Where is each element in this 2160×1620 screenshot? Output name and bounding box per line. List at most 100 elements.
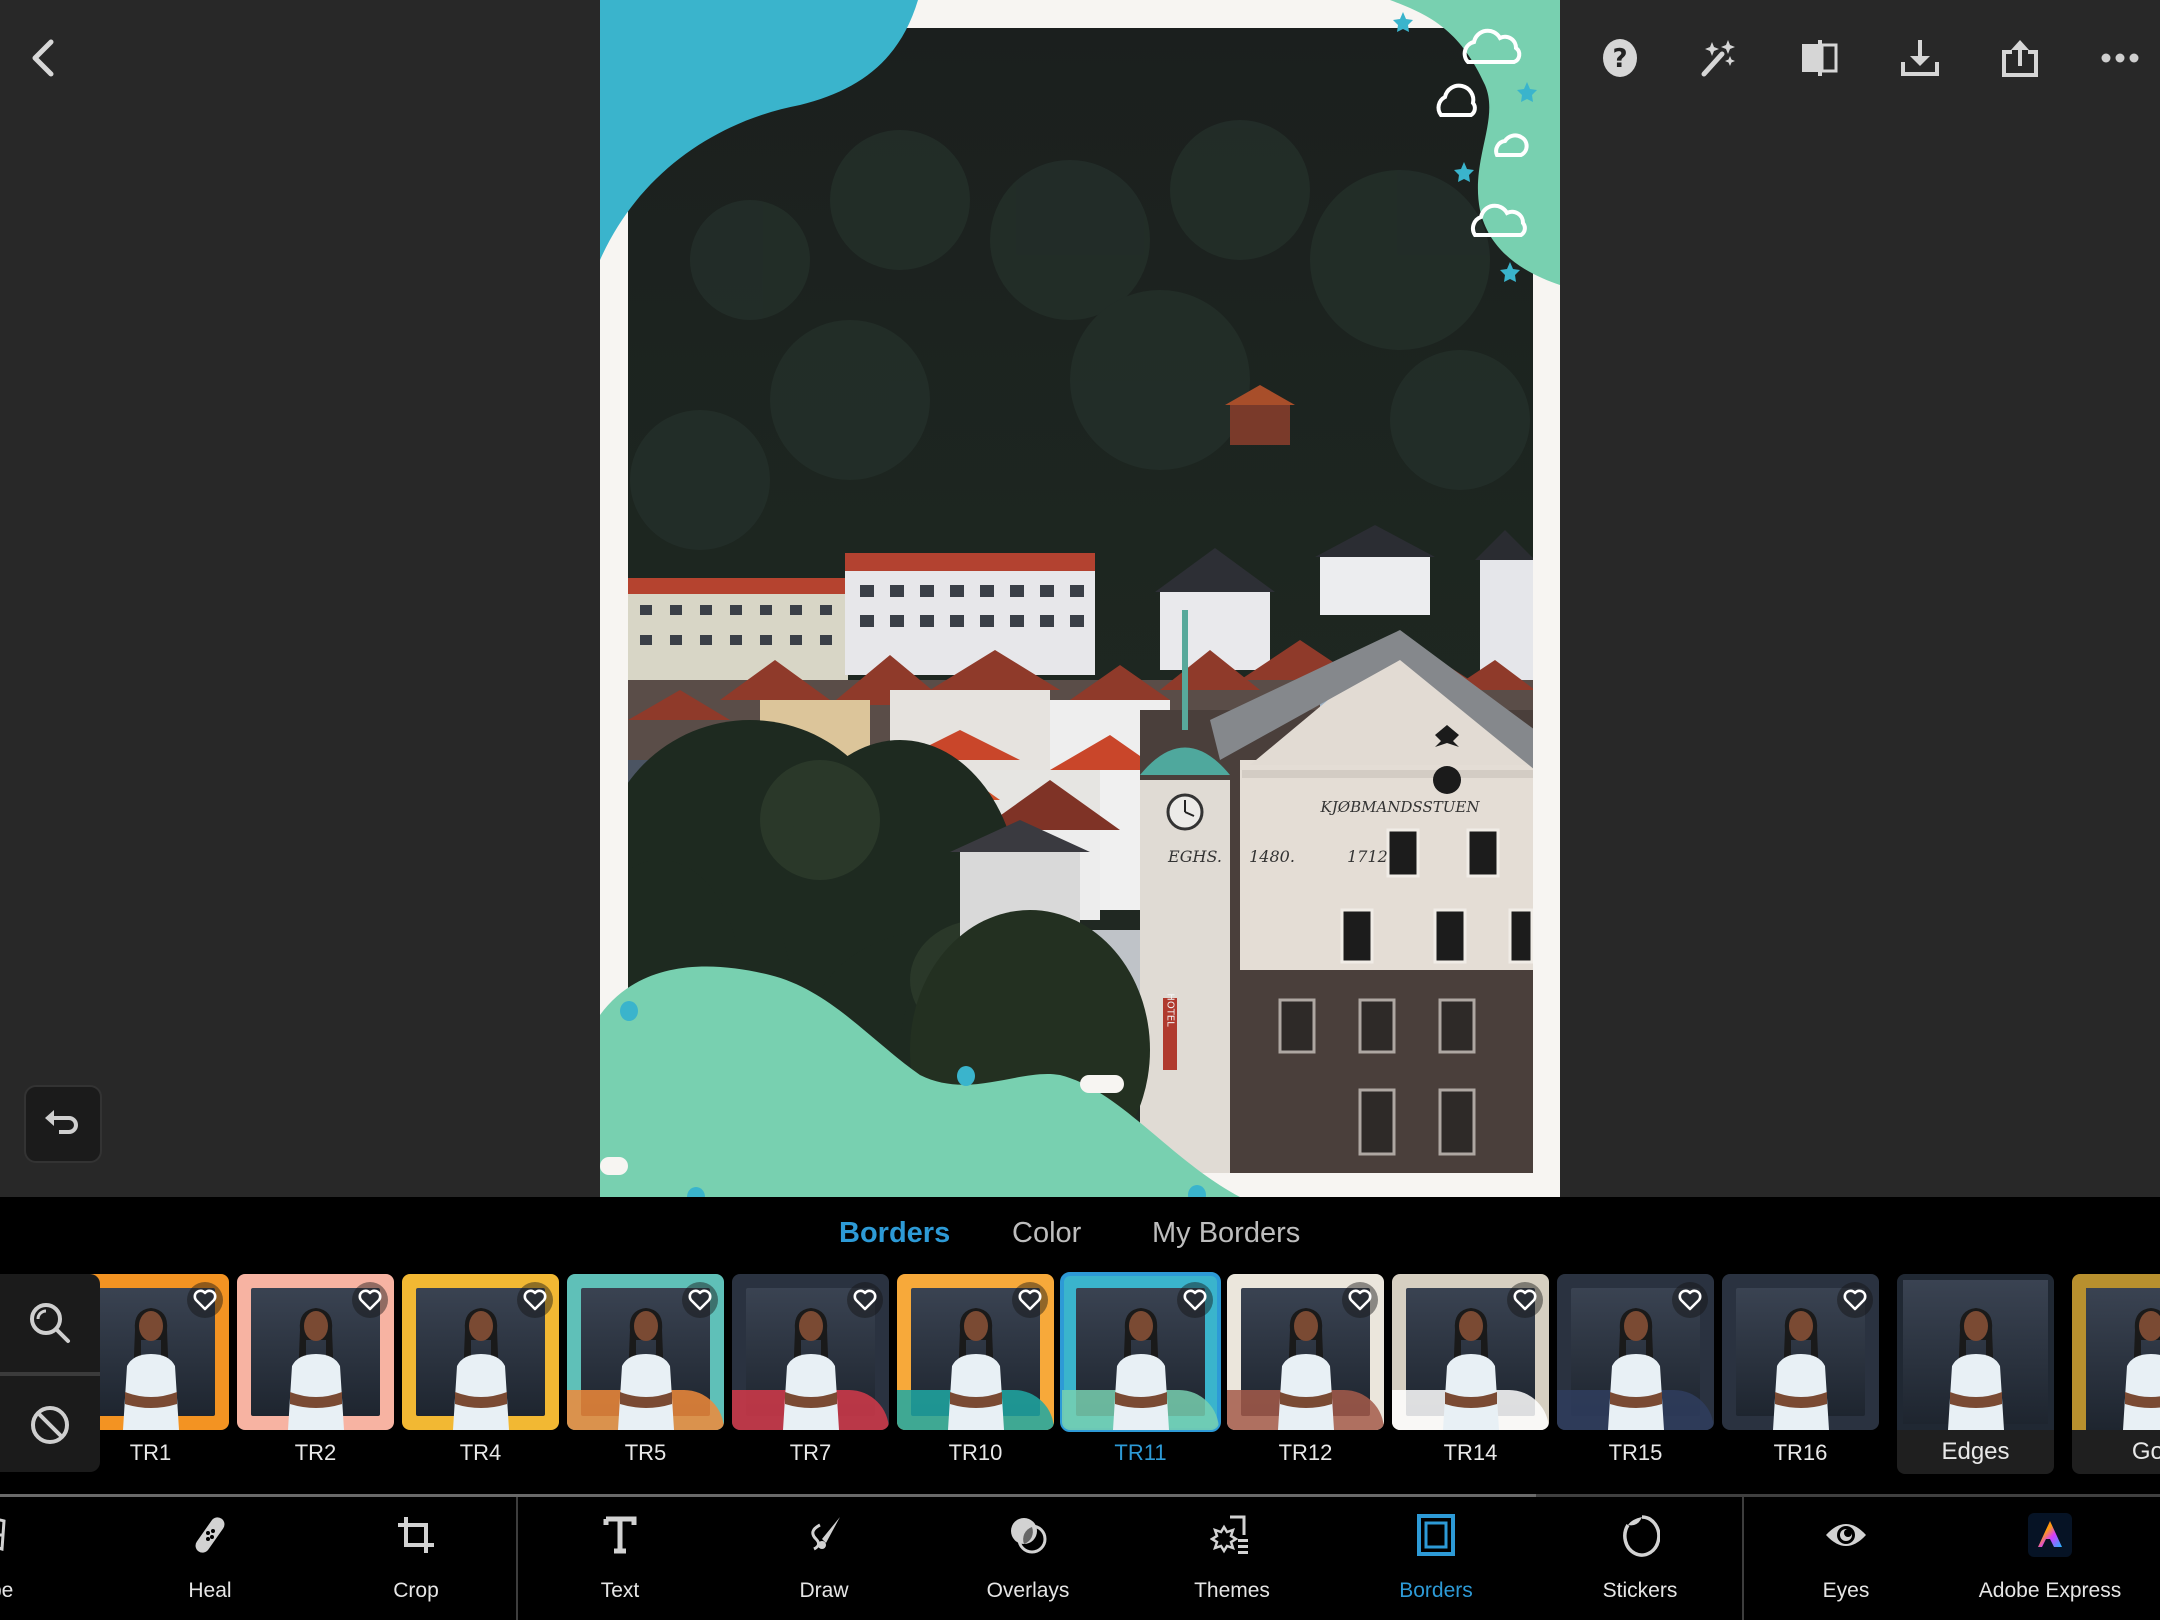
top-action-bar: ? [1560,28,2160,88]
favorite-button[interactable] [1012,1282,1048,1318]
undo-icon [45,1110,78,1134]
border-pack-gol[interactable]: Gol [2072,1274,2160,1474]
themes-icon [1208,1511,1256,1559]
tool-stickers[interactable]: Stickers [1560,1497,1720,1620]
heart-icon [1183,1289,1207,1311]
thumbnail-person [1607,1308,1664,1430]
favorite-button[interactable] [352,1282,388,1318]
tool-label: Text [600,1579,640,1602]
auto-fix-button[interactable] [1690,28,1750,88]
border-thumbnail-tr12[interactable]: TR12 [1227,1274,1384,1474]
pack-label: Edges [1897,1430,2054,1474]
photo-canvas[interactable]: KJØBMANDSSTUEN 1480. 1712. EGHS. HOTEL [600,0,1560,1197]
favorite-button[interactable] [1672,1282,1708,1318]
favorite-button[interactable] [1507,1282,1543,1318]
tool-overlays[interactable]: Overlays [948,1497,1108,1620]
border-thumbnail-tr15[interactable]: TR15 [1557,1274,1714,1474]
border-thumbnail-tr4[interactable]: TR4 [402,1274,559,1474]
favorite-button[interactable] [1342,1282,1378,1318]
thumbnail-person [947,1308,1004,1430]
border-thumbnail-tr14[interactable]: TR14 [1392,1274,1549,1474]
no-border-button[interactable] [0,1376,100,1474]
favorite-button[interactable] [187,1282,223,1318]
tool-crop[interactable]: Crop [336,1497,496,1620]
subtab-color[interactable]: Color [1012,1217,1081,1250]
border-thumbnail-tr7[interactable]: TR7 [732,1274,889,1474]
tool-hape[interactable]: hape [0,1497,70,1620]
back-icon [32,39,54,77]
tool-label: Draw [799,1579,849,1602]
share-button[interactable] [1990,28,2050,88]
favorite-button[interactable] [847,1282,883,1318]
tool-text[interactable]: Text [540,1497,700,1620]
subtab-borders[interactable]: Borders [839,1217,950,1250]
thumbnail-image [1722,1274,1879,1430]
tool-themes[interactable]: Themes [1152,1497,1312,1620]
tool-borders[interactable]: Borders [1356,1497,1516,1620]
favorite-button[interactable] [1177,1282,1213,1318]
border-thumbnail-tr10[interactable]: TR10 [897,1274,1054,1474]
border-thumbnail-tr5[interactable]: TR5 [567,1274,724,1474]
border-pack-edges[interactable]: Edges [1897,1274,2054,1474]
thumbnail-label: TR12 [1278,1440,1333,1465]
more-button[interactable] [2090,28,2150,88]
heart-icon [358,1289,382,1311]
thumbnail-person [1112,1308,1169,1430]
tool-label: Stickers [1602,1579,1678,1602]
subtab-my-borders[interactable]: My Borders [1152,1217,1300,1250]
thumbnail-label: TR16 [1773,1440,1828,1465]
download-icon [1901,40,1939,76]
favorite-button[interactable] [682,1282,718,1318]
heart-icon [1678,1289,1702,1311]
heal-icon [186,1511,234,1559]
magic-wand-icon [1701,40,1735,77]
undo-button[interactable] [24,1085,102,1163]
tool-adobe-express[interactable]: Adobe Express [1970,1497,2130,1620]
heart-icon [1018,1289,1042,1311]
tool-draw[interactable]: Draw [744,1497,904,1620]
border-thumbnail-tr16[interactable]: TR16 [1722,1274,1879,1474]
compare-button[interactable] [1790,28,1850,88]
thumbnail-person [1277,1308,1334,1430]
tool-eyes[interactable]: Eyes [1766,1497,1926,1620]
favorite-button[interactable] [517,1282,553,1318]
photo-editor-app: ? KJØBMANDSSTUEN 1480. 1712. EGHS. HOTEL… [0,0,2160,1620]
adobe-express-icon [2026,1511,2074,1559]
thumbnail-label: TR15 [1608,1440,1663,1465]
tool-label: hape [0,1579,14,1602]
thumbnail-image [1060,1272,1221,1432]
thumbnail-image [897,1274,1054,1430]
thumbnail-person [287,1308,344,1430]
search-borders-button[interactable] [0,1274,100,1372]
more-icon [2101,53,2139,63]
draw-icon [800,1511,848,1559]
thumbnail-image [567,1274,724,1430]
heart-icon [853,1289,877,1311]
thumbnail-person [1772,1308,1829,1430]
help-button[interactable]: ? [1590,28,1650,88]
favorite-button[interactable] [1837,1282,1873,1318]
thumbnail-person [1442,1308,1499,1430]
tool-heal[interactable]: Heal [130,1497,290,1620]
thumbnail-label: TR2 [294,1440,337,1465]
back-button[interactable] [18,28,66,88]
bottom-toolbar: hape Heal Crop Text Draw Overlays Themes Border… [0,1494,2160,1620]
border-thumbnail-strip[interactable]: TR1 TR2 TR4 TR5 TR7 TR10 TR11 TR12 TR14 TR15 TR16 E… [0,1272,2160,1474]
strip-side-buttons [0,1274,100,1472]
thumbnail-image [402,1274,559,1430]
download-button[interactable] [1890,28,1950,88]
crop-icon [392,1511,440,1559]
border-thumbnail-tr2[interactable]: TR2 [237,1274,394,1474]
facade-year-1: 1480. [1249,847,1295,866]
border-thumbnail-tr11[interactable]: TR11 [1060,1272,1221,1474]
tool-label: Adobe Express [1978,1579,2122,1602]
toolbar-divider [1742,1497,1744,1620]
heart-icon [1348,1289,1372,1311]
toolbar-divider [516,1497,518,1620]
thumbnail-label: TR4 [459,1440,502,1465]
thumbnail-label: TR7 [789,1440,832,1465]
heart-icon [193,1289,217,1311]
stickers-icon [1616,1511,1664,1559]
facade-year-0: EGHS. [1167,847,1222,866]
heart-icon [1513,1289,1537,1311]
